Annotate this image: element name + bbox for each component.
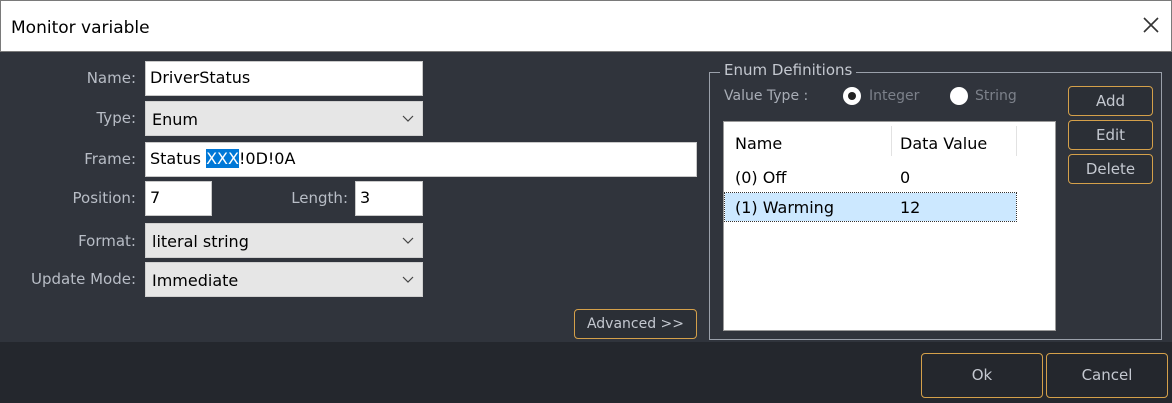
column-divider	[891, 126, 892, 156]
position-input[interactable]: 7	[145, 181, 212, 216]
update-mode-label: Update Mode:	[30, 270, 136, 288]
list-item-name: (1) Warming	[735, 198, 834, 217]
add-button[interactable]: Add	[1068, 86, 1153, 116]
list-item-value: 0	[900, 168, 911, 187]
advanced-button[interactable]: Advanced >>	[574, 309, 697, 339]
format-select[interactable]: literal string	[145, 223, 423, 258]
column-header-data-value[interactable]: Data Value	[900, 134, 987, 153]
column-header-name[interactable]: Name	[735, 134, 782, 153]
window-title: Monitor variable	[11, 18, 150, 38]
format-label: Format:	[78, 232, 136, 250]
chevron-down-icon	[402, 276, 414, 283]
column-divider	[1016, 126, 1017, 156]
string-radio[interactable]	[950, 87, 968, 105]
frame-selected-text: XXX	[206, 149, 239, 168]
list-item-name: (0) Off	[735, 168, 787, 187]
close-icon[interactable]	[1139, 13, 1163, 37]
delete-button[interactable]: Delete	[1068, 154, 1153, 184]
name-input[interactable]: DriverStatus	[145, 61, 423, 96]
chevron-down-icon	[402, 115, 414, 122]
frame-input[interactable]: Status XXX!0D!0A	[145, 142, 697, 177]
list-item-value: 12	[900, 198, 921, 217]
cancel-button[interactable]: Cancel	[1046, 353, 1168, 398]
integer-radio[interactable]	[843, 87, 861, 105]
ok-button[interactable]: Ok	[921, 353, 1043, 398]
list-item-selected[interactable]: (1) Warming 12	[724, 192, 1017, 222]
update-mode-select[interactable]: Immediate	[145, 262, 423, 297]
format-select-value: literal string	[152, 232, 249, 251]
chevron-down-icon	[402, 237, 414, 244]
list-item[interactable]: (0) Off 0	[725, 163, 1016, 191]
type-label: Type:	[96, 109, 136, 127]
title-bar: Monitor variable	[0, 0, 1172, 52]
position-label: Position:	[72, 189, 136, 207]
update-mode-select-value: Immediate	[152, 271, 239, 290]
edit-button[interactable]: Edit	[1068, 120, 1153, 150]
frame-prefix: Status	[150, 149, 207, 168]
enum-list[interactable]: Name Data Value (0) Off 0 (1) Warming 12	[723, 121, 1056, 331]
type-select[interactable]: Enum	[145, 101, 423, 136]
enum-definitions-title: Enum Definitions	[720, 61, 857, 79]
type-select-value: Enum	[152, 110, 198, 129]
length-input[interactable]: 3	[355, 181, 423, 216]
string-radio-label: String	[975, 88, 1017, 104]
frame-label: Frame:	[84, 150, 136, 168]
length-label: Length:	[291, 189, 348, 207]
integer-radio-label: Integer	[869, 88, 920, 104]
value-type-label: Value Type :	[724, 88, 809, 104]
name-label: Name:	[86, 69, 136, 87]
frame-suffix: !0D!0A	[238, 149, 296, 168]
